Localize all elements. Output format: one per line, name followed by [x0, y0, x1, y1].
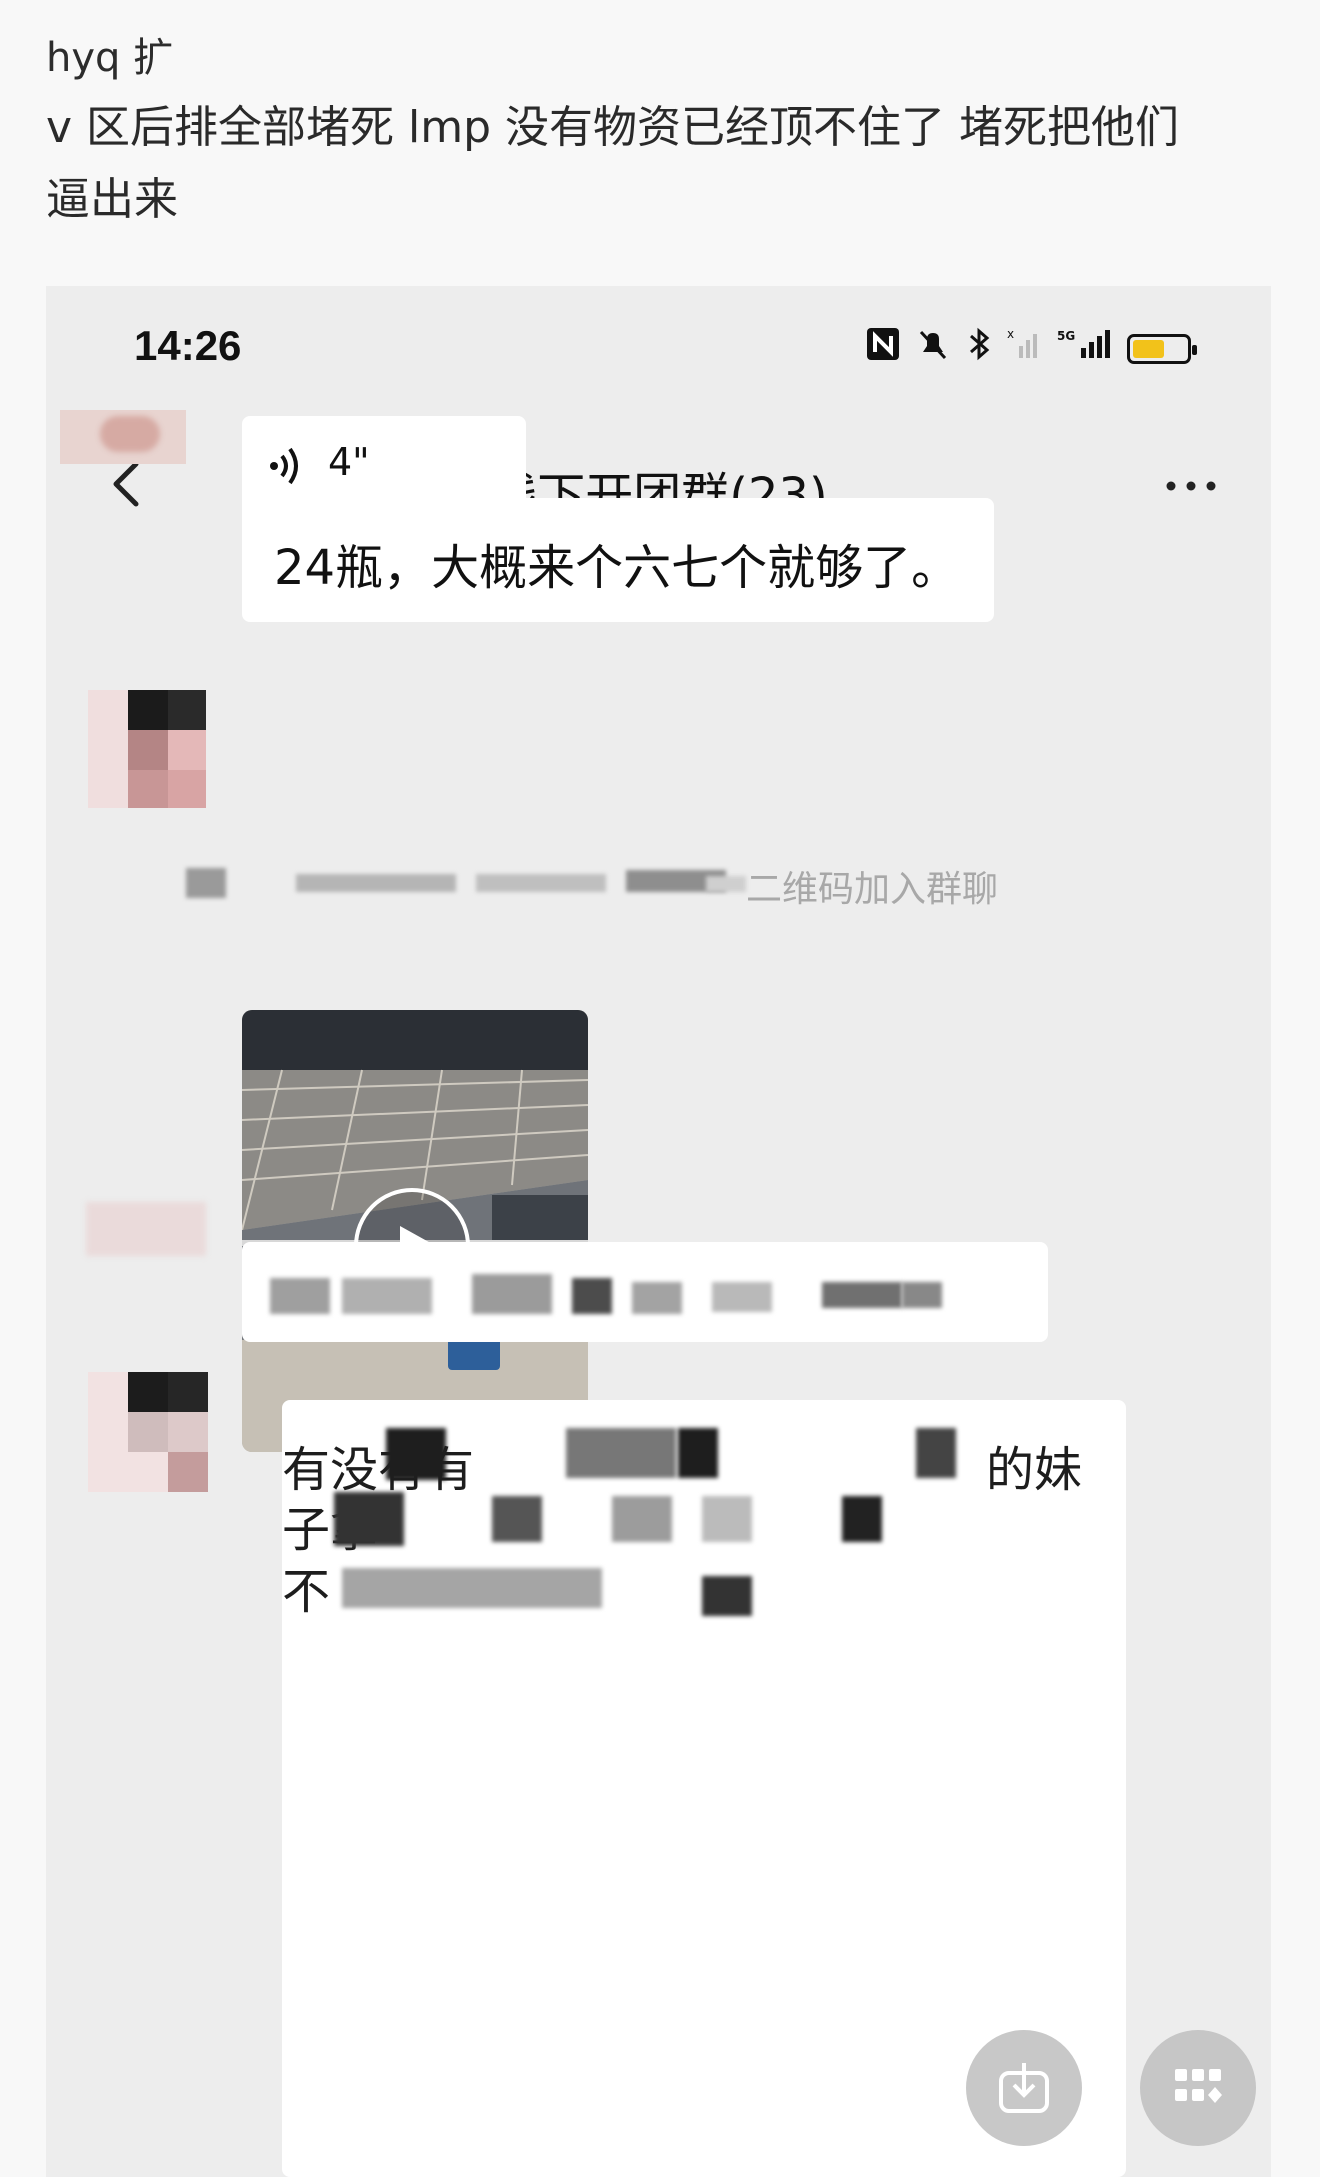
- partial-text-line1-b: 的妹: [986, 1442, 1083, 1498]
- post-header: hyq 扩 v 区后排全部堵死 lmp 没有物资已经顶不住了 堵死把他们 逼出来: [46, 28, 1276, 236]
- bluetooth-icon: [965, 326, 993, 371]
- signal-off-icon: x: [1007, 326, 1043, 371]
- mute-bell-icon: [915, 326, 951, 371]
- text-message-bubble[interactable]: 24瓶，大概来个六七个就够了。: [242, 498, 994, 622]
- signal-5g-icon: 5G: [1057, 326, 1113, 371]
- partial-text-line3: 不: [282, 1564, 331, 1620]
- embedded-chat-screenshot[interactable]: 14:26 x 5G 线下开团群(23) 4" 24瓶，大概来个六七个就够了。 …: [46, 286, 1271, 2177]
- post-author[interactable]: hyq 扩: [46, 28, 1276, 88]
- avatar[interactable]: [60, 410, 186, 464]
- avatar[interactable]: [88, 690, 206, 808]
- svg-text:x: x: [1007, 327, 1014, 341]
- status-icons: x 5G: [865, 326, 1197, 371]
- post-text-line1: v 区后排全部堵死 lmp 没有物资已经顶不住了 堵死把他们: [46, 102, 1179, 153]
- network-label: 5G: [1057, 329, 1075, 343]
- voice-duration: 4": [328, 440, 370, 484]
- voice-wave-icon: [266, 444, 306, 497]
- avatar[interactable]: [88, 1372, 208, 1492]
- download-icon: [999, 2063, 1049, 2113]
- avatar[interactable]: [86, 1202, 206, 1256]
- battery-fill: [1133, 339, 1164, 358]
- download-button[interactable]: [966, 2030, 1082, 2146]
- more-dots-icon[interactable]: [1161, 456, 1221, 516]
- battery-icon: [1127, 333, 1197, 364]
- status-time: 14:26: [134, 322, 242, 369]
- message-text: 24瓶，大概来个六七个就够了。: [274, 540, 960, 596]
- apps-button[interactable]: [1140, 2030, 1256, 2146]
- post-text: v 区后排全部堵死 lmp 没有物资已经顶不住了 堵死把他们 逼出来: [46, 92, 1276, 236]
- system-note: 二维码加入群聊: [186, 854, 1186, 910]
- apps-grid-icon: [1175, 2069, 1222, 2103]
- status-bar: 14:26 x 5G: [46, 286, 1271, 386]
- video-message-thumbnail[interactable]: [242, 1010, 588, 1452]
- post-text-line2: 逼出来: [46, 174, 178, 225]
- obscured-message-bubble[interactable]: [242, 1242, 1048, 1342]
- system-note-text: 二维码加入群聊: [746, 869, 999, 910]
- nfc-icon: [865, 326, 901, 371]
